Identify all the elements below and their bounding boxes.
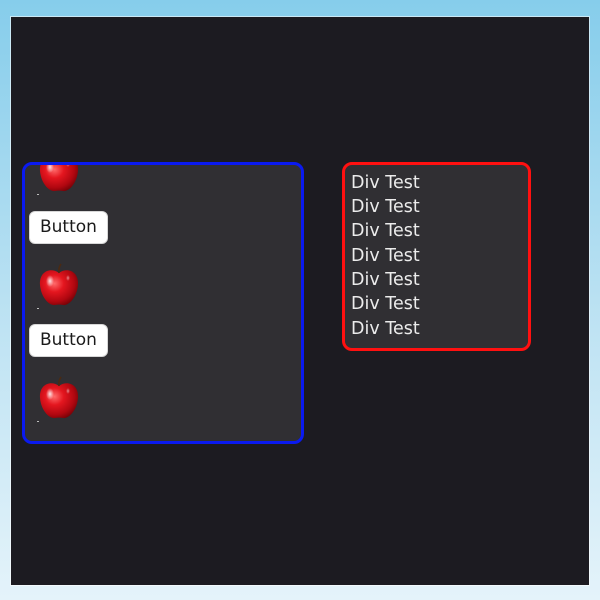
image-caption-mark — [37, 421, 39, 422]
apple-icon — [39, 165, 79, 192]
image-caption-mark — [37, 308, 39, 309]
div-test-line: Div Test — [351, 294, 420, 314]
div-test-line: Div Test — [351, 319, 420, 339]
apple-image — [34, 165, 84, 197]
apple-image — [34, 374, 84, 424]
app-window: Button Button Div Test Div Test Div Test… — [11, 17, 589, 585]
apple-icon — [39, 263, 79, 306]
text-panel[interactable]: Div Test Div Test Div Test Div Test Div … — [342, 162, 531, 351]
div-test-line: Div Test — [351, 246, 420, 266]
image-caption-mark — [37, 194, 39, 195]
apple-image — [34, 261, 84, 311]
apple-icon — [39, 376, 79, 419]
div-test-line: Div Test — [351, 197, 420, 217]
div-test-line: Div Test — [351, 270, 420, 290]
div-test-line: Div Test — [351, 173, 420, 193]
scroll-button-1[interactable]: Button — [29, 211, 108, 244]
div-test-line: Div Test — [351, 221, 420, 241]
scroll-panel[interactable]: Button Button — [22, 162, 304, 444]
scroll-button-2[interactable]: Button — [29, 324, 108, 357]
